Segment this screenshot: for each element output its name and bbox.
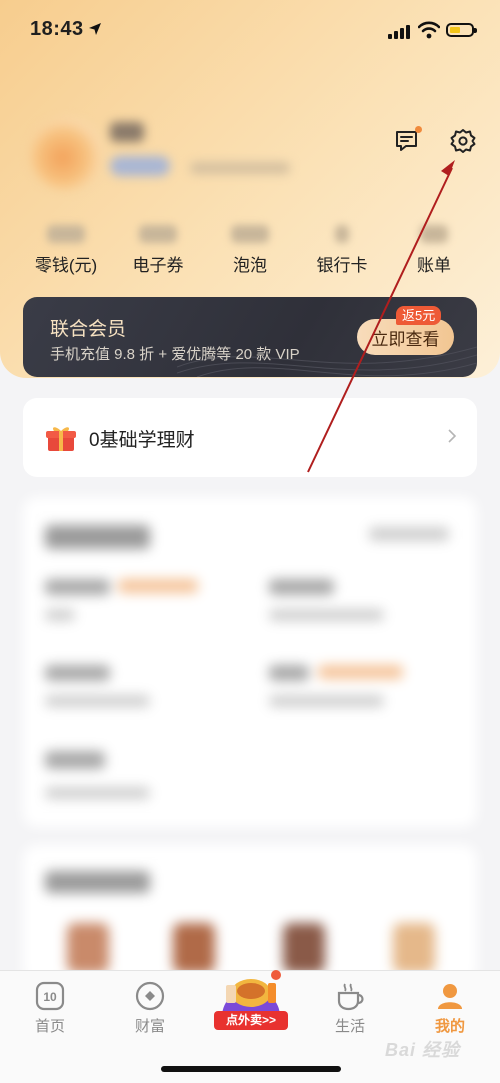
amount-blurred: [420, 225, 448, 243]
asset-bills[interactable]: 账单: [388, 225, 480, 276]
takeout-button[interactable]: 点外卖>>: [214, 1011, 288, 1030]
wifi-icon: [418, 21, 440, 39]
message-button[interactable]: [392, 126, 422, 156]
gift-icon: [46, 427, 76, 451]
amount-blurred: [335, 225, 349, 243]
avatar[interactable]: [30, 118, 102, 190]
tab-label: 生活: [334, 1018, 365, 1035]
asset-bubbles[interactable]: 泡泡: [204, 225, 296, 276]
baidu-watermark: Bai 经验: [385, 1040, 461, 1060]
amount-blurred: [139, 225, 177, 243]
home-indicator: [161, 1066, 341, 1072]
asset-label: 零钱(元): [34, 256, 98, 275]
profile-info-blurred: [190, 162, 290, 174]
asset-label: 电子券: [132, 256, 184, 275]
asset-label: 银行卡: [316, 256, 368, 275]
asset-coupons[interactable]: 电子券: [112, 225, 204, 276]
finance-learning-entry[interactable]: 0基础学理财: [23, 398, 477, 477]
profile-summary[interactable]: [30, 110, 330, 190]
battery-icon: [446, 23, 477, 37]
svg-text:10: 10: [43, 990, 57, 1004]
notification-dot: [415, 126, 422, 133]
amount-blurred: [231, 225, 269, 243]
member-card[interactable]: 联合会员 手机充值 9.8 折 + 爱优腾等 20 款 VIP 立即查看 返5元: [23, 297, 477, 377]
user-profile-icon: [438, 984, 462, 1009]
cashback-tag: 返5元: [396, 306, 442, 325]
status-time: 18:43: [30, 18, 84, 40]
finance-entry-label: 0基础学理财: [89, 430, 195, 451]
amount-blurred: [47, 225, 85, 243]
member-title: 联合会员: [50, 319, 127, 340]
blurred-assets-card: [23, 497, 477, 827]
asset-label: 泡泡: [233, 256, 267, 275]
vip-badge-blurred: [110, 156, 170, 176]
tab-label: 财富: [134, 1018, 165, 1035]
member-subtitle: 手机充值 9.8 折 + 爱优腾等 20 款 VIP: [50, 346, 300, 363]
coffee-cup-icon: [337, 983, 364, 1011]
cellular-signal-icon: [388, 25, 410, 39]
food-promo-icon: [222, 970, 281, 1017]
settings-button[interactable]: [448, 126, 478, 156]
location-arrow-icon: [89, 23, 101, 35]
asset-change[interactable]: 零钱(元): [20, 225, 112, 276]
wealth-icon: [135, 981, 165, 1011]
home-icon: 10: [35, 981, 65, 1011]
tab-label: 我的: [434, 1018, 465, 1035]
gear-icon: [450, 129, 476, 153]
tab-takeout-promo[interactable]: 点外卖>>: [212, 967, 290, 1033]
blurred-recommend-card: [23, 845, 477, 985]
chevron-right-icon: [448, 429, 457, 443]
status-bar: 18:43: [0, 0, 500, 60]
asset-bank-cards[interactable]: 银行卡: [296, 225, 388, 276]
tab-label: 首页: [34, 1018, 65, 1035]
asset-label: 账单: [417, 256, 451, 275]
nickname-blurred: [110, 122, 144, 142]
asset-row: 零钱(元) 电子券 泡泡 银行卡 账单: [20, 225, 480, 276]
